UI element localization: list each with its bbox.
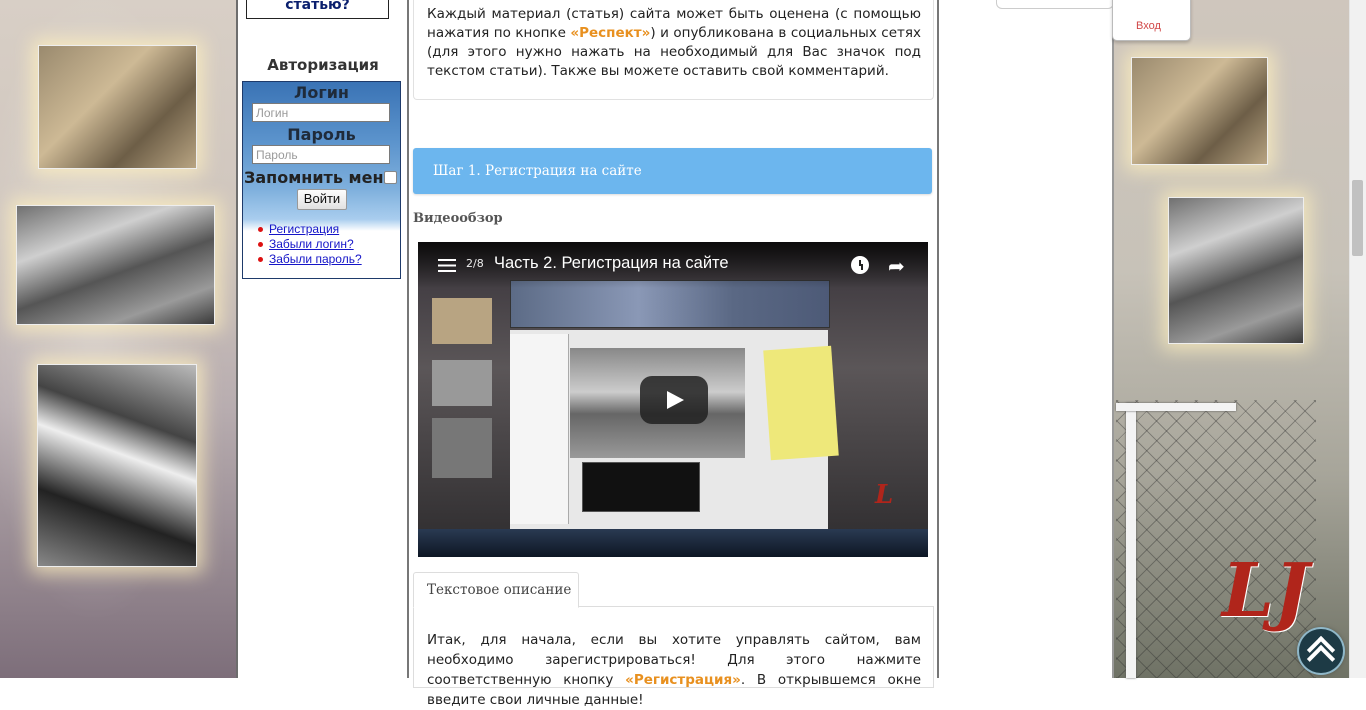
list-item: Забыли пароль? <box>258 252 362 267</box>
column-border <box>407 0 409 678</box>
share-icon[interactable]: ➦ <box>888 254 905 278</box>
video-frame-thumb <box>432 360 492 406</box>
video-frame-taskbar <box>418 529 928 557</box>
tab-text-description[interactable]: Текстовое описание <box>413 572 579 608</box>
auth-form: Логин Логин Пароль Пароль Запомнить меня… <box>242 81 401 279</box>
login-button[interactable]: Войти <box>297 189 347 210</box>
site-logo: LJ <box>1222 548 1310 634</box>
watch-later-icon[interactable] <box>851 256 869 274</box>
video-frame-logo <box>582 462 700 512</box>
playlist-counter: 2/8 <box>466 257 484 270</box>
password-input[interactable]: Пароль <box>252 145 390 164</box>
column-border <box>1112 0 1114 678</box>
respect-highlight: «Респект» <box>570 25 651 41</box>
remember-label: Запомнить меня <box>244 168 394 187</box>
step-header: Шаг 1. Регистрация на сайте <box>413 148 932 194</box>
description-text: Итак, для начала, если вы хотите управля… <box>427 630 921 710</box>
scrollbar-thumb[interactable] <box>1352 180 1363 256</box>
goal-crossbar <box>1116 403 1236 411</box>
registration-highlight: «Регистрация» <box>625 672 741 688</box>
list-item: Забыли логин? <box>258 237 362 252</box>
login-label: Логин <box>294 83 349 102</box>
register-link[interactable]: Регистрация <box>269 222 339 236</box>
login-tab[interactable]: Вход <box>1112 0 1191 41</box>
video-frame-thumb <box>432 418 492 478</box>
scroll-to-top-icon[interactable] <box>1299 629 1343 673</box>
scrollbar[interactable] <box>1349 0 1366 678</box>
vintage-photo-trophy <box>37 364 197 567</box>
forgot-login-link[interactable]: Забыли логин? <box>269 237 354 251</box>
vintage-photo-celebration <box>38 45 197 169</box>
password-label: Пароль <box>287 125 356 144</box>
login-link[interactable]: Вход <box>1136 20 1161 32</box>
play-icon[interactable] <box>640 376 708 424</box>
video-frame-note <box>763 345 839 461</box>
header-strip <box>996 0 1114 9</box>
sidebar-top-box-text: статью? <box>285 0 350 13</box>
list-item: Регистрация <box>258 222 362 237</box>
login-input[interactable]: Логин <box>252 103 390 122</box>
step-title: Шаг 1. Регистрация на сайте <box>433 163 642 179</box>
text-description-card: Итак, для начала, если вы хотите управля… <box>413 606 934 708</box>
video-frame-thumb <box>432 298 492 344</box>
video-player[interactable]: L 2/8 Часть 2. Регистрация на сайте ➦ <box>418 242 928 557</box>
auth-links: Регистрация Забыли логин? Забыли пароль? <box>258 222 362 267</box>
column-border <box>937 0 939 678</box>
intro-text: Каждый материал (статья) сайта может быт… <box>427 5 921 81</box>
right-strip <box>939 0 1114 678</box>
playlist-icon[interactable] <box>438 259 456 272</box>
forgot-password-link[interactable]: Забыли пароль? <box>269 252 362 266</box>
goal-net <box>1116 400 1316 678</box>
remember-checkbox[interactable] <box>384 171 397 184</box>
vintage-photo-cup <box>1131 57 1268 165</box>
sidebar-top-box[interactable]: статью? <box>246 0 389 19</box>
vintage-photo-goal <box>16 205 215 325</box>
vintage-photo-kick <box>1168 197 1304 344</box>
intro-card: Каждый материал (статья) сайта может быт… <box>413 0 934 100</box>
video-title[interactable]: Часть 2. Регистрация на сайте <box>494 254 729 273</box>
goal-post <box>1126 403 1136 678</box>
video-frame-l-logo: L <box>875 480 894 510</box>
video-section-label: Видеообзор <box>413 211 503 226</box>
video-frame-menu <box>510 334 569 524</box>
auth-title: Авторизация <box>267 56 379 74</box>
tab-label: Текстовое описание <box>427 582 572 598</box>
